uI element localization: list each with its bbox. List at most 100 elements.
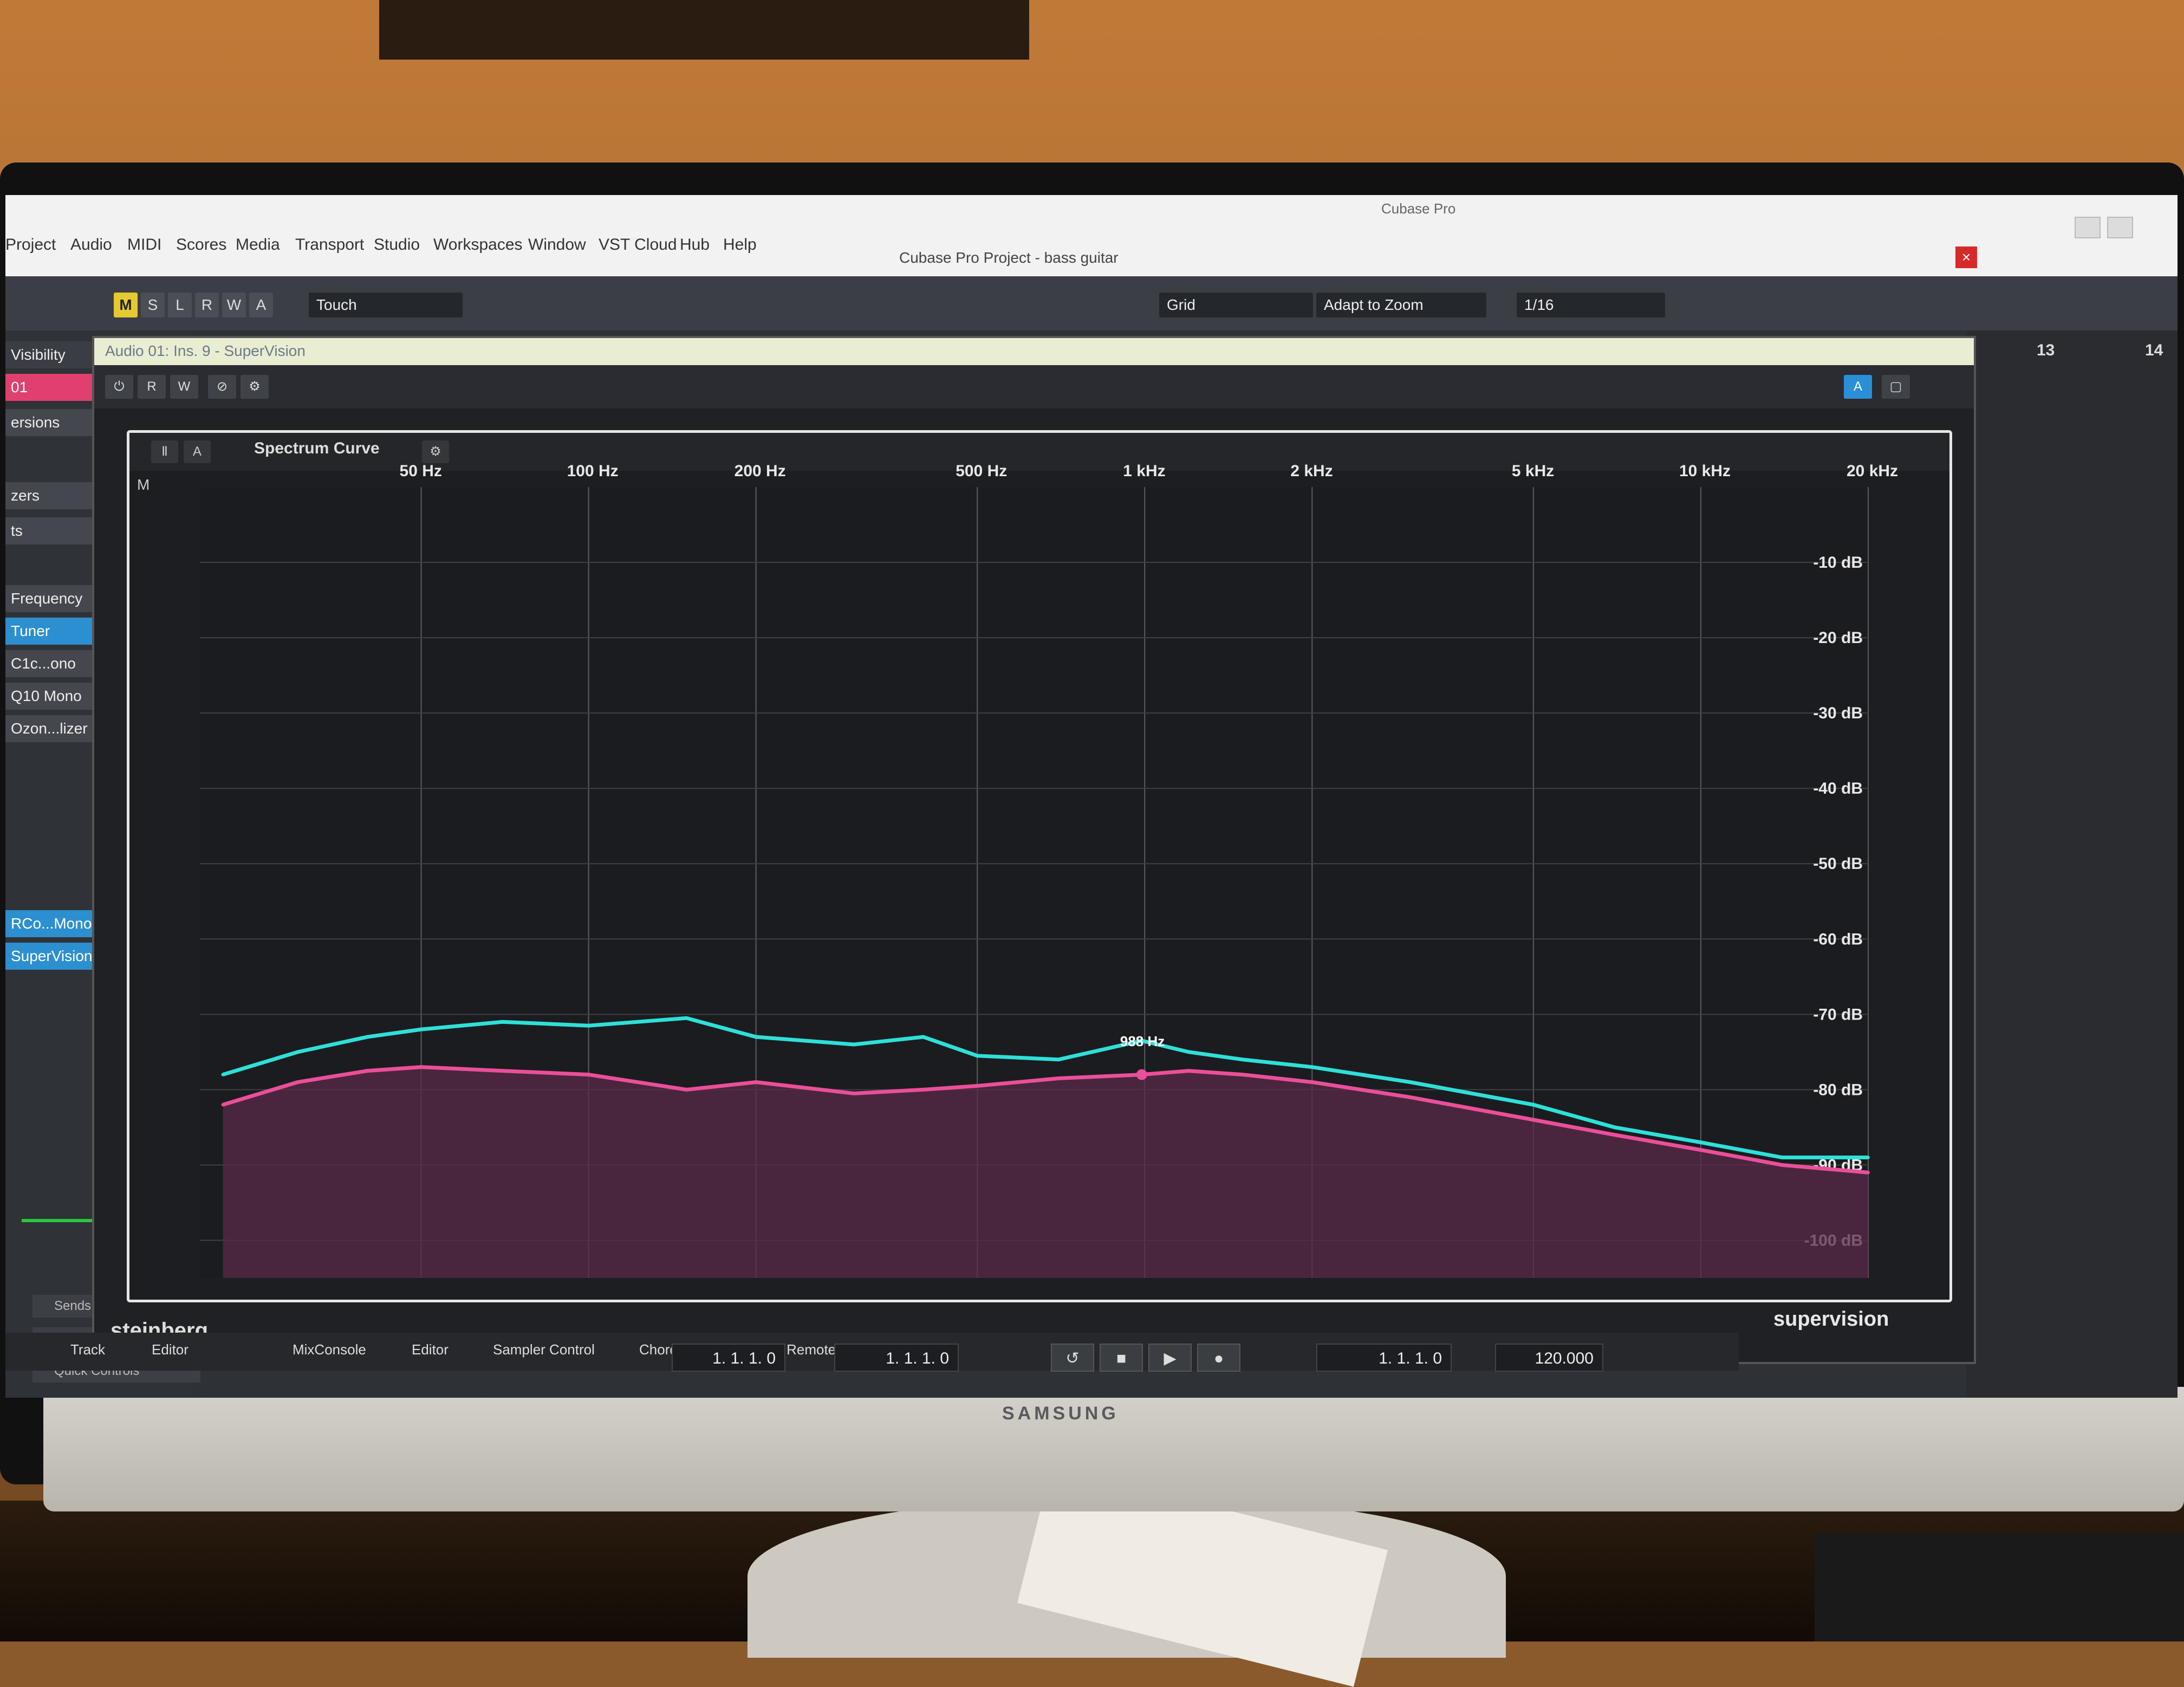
record-button[interactable]: ●	[1197, 1344, 1240, 1372]
menu-studio[interactable]: Studio	[374, 236, 420, 254]
x-tick-label: 50 Hz	[400, 462, 442, 480]
x-tick-label: 10 kHz	[1679, 462, 1731, 480]
power-button[interactable]: ⏻	[105, 375, 133, 399]
read-button[interactable]: R	[138, 375, 166, 399]
tab-track[interactable]: Track	[70, 1341, 105, 1358]
x-tick-label: 200 Hz	[734, 462, 786, 480]
spectrum-panel: Ⅱ A Spectrum Curve ⚙ M 50 Hz 100 Hz 200 Hz…	[127, 430, 1952, 1302]
menu-help[interactable]: Help	[723, 236, 757, 254]
screen: Cubase Pro Project Audio MIDI Scores Med…	[5, 195, 2178, 1398]
pink-data-point	[1867, 1171, 1870, 1175]
layout-icon[interactable]: ▢	[1882, 375, 1910, 399]
menu-media[interactable]: Media	[236, 236, 280, 254]
x-tick-label: 5 kHz	[1512, 462, 1554, 480]
menu-vst-cloud[interactable]: VST Cloud	[599, 236, 677, 254]
position-display[interactable]: 1. 1. 1. 0	[1316, 1344, 1452, 1372]
maximize-button[interactable]	[2107, 217, 2133, 238]
menu-bar: Cubase Pro Project Audio MIDI Scores Med…	[5, 195, 2178, 276]
stop-button[interactable]: ■	[1100, 1344, 1143, 1372]
right-locator[interactable]: 1. 1. 1. 0	[834, 1344, 959, 1372]
menu-transport[interactable]: Transport	[295, 236, 364, 254]
supervision-logo: supervision	[1773, 1308, 1889, 1331]
cyan-data-point	[500, 1020, 504, 1024]
cyan-data-point	[921, 1035, 925, 1039]
cyan-data-point	[685, 1016, 688, 1020]
menu-window[interactable]: Window	[528, 236, 586, 254]
quantize-select[interactable]: 1/16	[1517, 293, 1665, 317]
tab-mixconsole[interactable]: MixConsole	[292, 1341, 366, 1358]
a-b-toggle[interactable]: A	[1844, 375, 1872, 399]
cyan-data-point	[1780, 1156, 1784, 1159]
menu-audio[interactable]: Audio	[70, 236, 112, 254]
cyan-data-point	[754, 1035, 758, 1039]
y-tick-label: -30 dB	[1813, 704, 1863, 722]
read-toggle[interactable]: R	[195, 293, 219, 317]
x-tick-label: 100 Hz	[567, 462, 619, 480]
peak-label: 988 Hz	[1120, 1033, 1165, 1049]
plugin-toolbar: ⏻ R W ⊘ ⚙ A ▢	[94, 365, 1974, 408]
supervision-plugin-window: Audio 01: Ins. 9 - SuperVision ⏻ R W ⊘ ⚙…	[92, 336, 1976, 1364]
pink-data-point	[296, 1080, 300, 1084]
project-area: 13 14	[1966, 330, 2178, 1398]
pink-data-point	[1310, 1080, 1314, 1084]
pink-data-point	[1187, 1069, 1191, 1073]
tab-sampler-control[interactable]: Sampler Control	[493, 1341, 595, 1358]
cyan-data-point	[587, 1024, 590, 1028]
pink-data-point	[1780, 1163, 1784, 1167]
y-tick-label: -70 dB	[1813, 1005, 1863, 1023]
cyan-data-point	[1057, 1057, 1061, 1061]
menu-project[interactable]: Project	[5, 236, 56, 254]
menu-workspaces[interactable]: Workspaces	[433, 236, 523, 254]
tempo-display[interactable]: 120.000	[1495, 1344, 1603, 1372]
close-button[interactable]: ×	[1955, 246, 1977, 268]
solo-toggle[interactable]: S	[141, 293, 165, 317]
cyan-data-point	[1241, 1057, 1245, 1061]
write-toggle[interactable]: W	[222, 293, 246, 317]
write-button[interactable]: W	[170, 375, 198, 399]
cyan-data-point	[852, 1042, 856, 1046]
cyan-data-point	[296, 1050, 300, 1054]
cyan-data-point	[221, 1073, 225, 1076]
pink-data-point	[852, 1092, 856, 1095]
left-locator[interactable]: 1. 1. 1. 0	[672, 1344, 785, 1372]
cyan-data-point	[1613, 1125, 1616, 1129]
wall-picture-frame	[379, 0, 1029, 60]
monitor-brand: SAMSUNG	[1002, 1403, 1119, 1424]
pink-data-point	[1241, 1073, 1245, 1076]
x-tick-label: 20 kHz	[1847, 462, 1898, 480]
pink-data-point	[1057, 1076, 1061, 1080]
plugin-title: Audio 01: Ins. 9 - SuperVision	[105, 342, 306, 359]
cyan-data-point	[1531, 1103, 1535, 1107]
menu-scores[interactable]: Scores	[176, 236, 226, 254]
cycle-button[interactable]: ↺	[1051, 1344, 1094, 1372]
ruler-bar-13: 13	[2037, 341, 2055, 359]
menu-midi[interactable]: MIDI	[127, 236, 161, 254]
x-tick-label: 500 Hz	[955, 462, 1007, 480]
project-title: Cubase Pro Project - bass guitar	[899, 249, 1119, 266]
listen-toggle[interactable]: L	[168, 293, 192, 317]
automation-mode-select[interactable]: Touch	[309, 293, 463, 317]
y-tick-label: -10 dB	[1813, 554, 1863, 572]
bypass-button[interactable]: ⊘	[208, 375, 236, 399]
tab-editor-lower[interactable]: Editor	[412, 1341, 448, 1358]
transport-bar: 1. 1. 1. 0 1. 1. 1. 0 ↺ ■ ▶ ● 1. 1. 1. 0…	[628, 1344, 1820, 1376]
snap-type-select[interactable]: Grid	[1159, 293, 1313, 317]
pink-data-point	[221, 1103, 225, 1107]
x-tick-label: 2 kHz	[1290, 462, 1332, 480]
y-tick-label: -40 dB	[1813, 780, 1863, 797]
settings-icon[interactable]: ⚙	[240, 375, 269, 399]
minimize-button[interactable]	[2075, 217, 2101, 238]
play-button[interactable]: ▶	[1148, 1344, 1192, 1372]
automation-toggle[interactable]: A	[249, 293, 273, 317]
audio-interface	[1815, 1533, 2184, 1641]
cyan-data-point	[366, 1035, 369, 1039]
plugin-titlebar: Audio 01: Ins. 9 - SuperVision	[94, 338, 1974, 365]
cyan-data-point	[1408, 1080, 1412, 1084]
menu-hub[interactable]: Hub	[680, 236, 710, 254]
tab-editor[interactable]: Editor	[152, 1341, 188, 1358]
pink-data-point	[419, 1065, 423, 1069]
toolbar: M S L R W A Touch Grid Adapt to Zoom 1/1…	[5, 276, 2178, 330]
grid-mode-select[interactable]: Adapt to Zoom	[1316, 293, 1486, 317]
mute-toggle[interactable]: M	[114, 293, 138, 317]
peak-marker	[1136, 1069, 1147, 1080]
